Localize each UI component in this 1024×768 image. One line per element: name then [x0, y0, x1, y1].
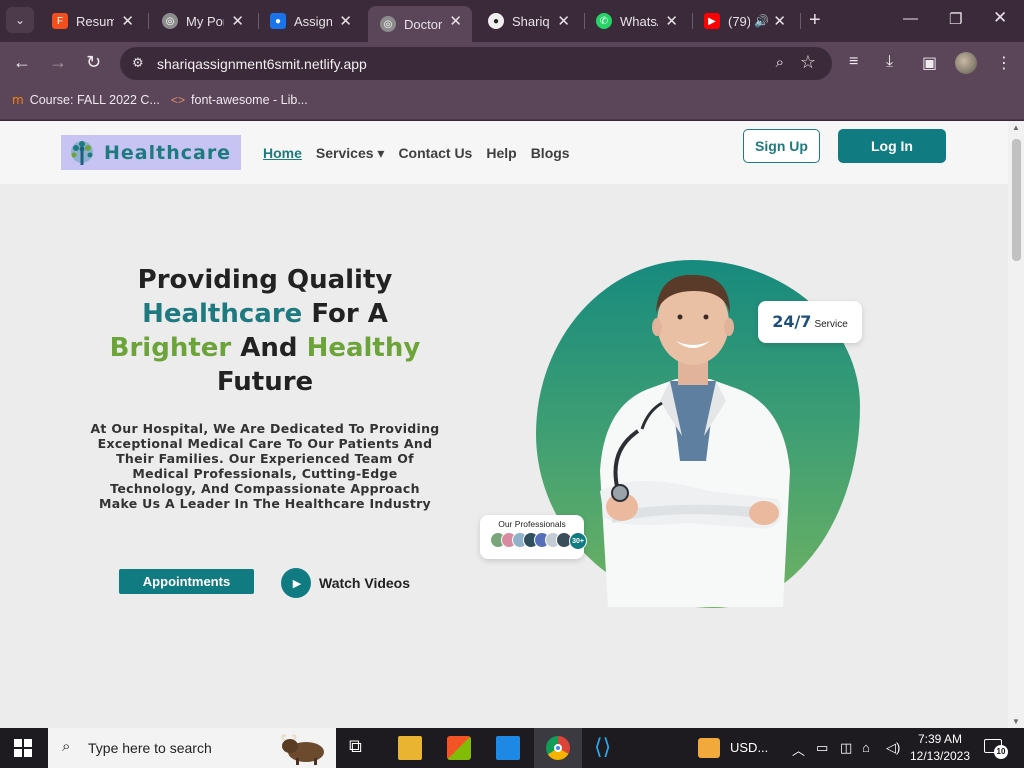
vscode-icon[interactable]: ⟨⟩	[594, 734, 618, 759]
tree-logo-icon	[71, 140, 93, 165]
nav-home[interactable]: Home	[263, 145, 302, 162]
microsoft-store-icon[interactable]	[447, 736, 471, 760]
volume-icon[interactable]: ◁)	[886, 740, 900, 756]
zoom-magnifier-icon[interactable]: ⌕	[776, 54, 784, 71]
page-scrollbar[interactable]: ▲ ▼	[1008, 121, 1024, 728]
close-icon[interactable]: ✕	[557, 12, 570, 30]
tab-assignment[interactable]: ● Assignment ✕	[258, 6, 362, 36]
nav-blogs[interactable]: Blogs	[531, 145, 570, 162]
scroll-down-icon[interactable]: ▼	[1012, 717, 1020, 726]
browser-tab-bar: ⌄ F Resume ✕ ◎ My Portfolio ✕ ● Assignme…	[0, 0, 1024, 42]
minimize-icon[interactable]: —	[903, 10, 918, 27]
media-queue-icon[interactable]: ≡	[849, 53, 858, 71]
chrome-taskbar-button[interactable]	[534, 728, 582, 768]
kebab-menu-icon[interactable]: ⋮	[996, 53, 1012, 73]
currency-widget-icon[interactable]	[698, 738, 720, 758]
professional-avatars: 30+	[490, 532, 587, 550]
figma-icon: F	[52, 13, 68, 29]
github-icon: ●	[488, 13, 504, 29]
battery-icon[interactable]: ▭	[816, 740, 828, 756]
play-icon[interactable]: ▶	[281, 568, 311, 598]
close-icon[interactable]: ✕	[231, 12, 244, 30]
forward-arrow-icon[interactable]: →	[49, 52, 67, 73]
tab-separator	[800, 13, 801, 29]
hero-title-line-4: Future	[216, 367, 314, 397]
nav-services-dropdown[interactable]: Services ▾	[316, 145, 385, 162]
our-professionals-card: Our Professionals 30+	[480, 515, 587, 559]
hero-title-line-2: Healthcare For A	[142, 299, 388, 329]
close-icon[interactable]: ✕	[773, 12, 786, 30]
main-nav: Home Services ▾ Contact Us Help Blogs	[263, 145, 584, 162]
windows-taskbar: ⌕ Type here to search ⧉ ⟨⟩ USD... ︿ ▭ ◫ …	[0, 728, 1024, 768]
hero-description: At Our Hospital, We Are Dedicated To Pro…	[90, 421, 440, 511]
address-bar[interactable]: ⚙ shariqassignment6smit.netlify.app ⌕ ☆	[120, 47, 832, 80]
tab-whatsapp[interactable]: ✆ WhatsApp ✕	[584, 6, 688, 36]
new-tab-plus-icon[interactable]: +	[809, 9, 821, 32]
log-in-button[interactable]: Log In	[838, 129, 946, 163]
globe-icon: ◎	[162, 13, 178, 29]
watch-videos-button[interactable]: ▶ Watch Videos	[281, 568, 410, 598]
service-24-7-badge: 24/7 Service	[758, 301, 862, 343]
whatsapp-icon: ✆	[596, 13, 612, 29]
reload-icon[interactable]: ↻	[86, 52, 101, 73]
meet-now-icon[interactable]: ◫	[840, 740, 852, 756]
network-icon[interactable]: ⌂	[862, 740, 870, 755]
windows-start-icon[interactable]	[14, 739, 32, 757]
tab-github[interactable]: ● ShariqS ✕	[476, 6, 580, 36]
taskbar-search-box[interactable]: ⌕ Type here to search	[48, 728, 336, 768]
bookmarks-bar: ⅿ Course: FALL 2022 C... <> font-awesome…	[0, 84, 1024, 120]
notification-center-icon[interactable]: 10	[984, 739, 1008, 759]
tab-search-chevron-icon[interactable]: ⌄	[6, 7, 34, 33]
hero-title-line-1: Providing Quality	[137, 265, 393, 295]
close-icon[interactable]: ✕	[449, 12, 462, 30]
tab-youtube[interactable]: ▶ (79) 🔊 ✕	[692, 6, 796, 36]
hero-title-line-3: Brighter And Healthy	[109, 333, 421, 363]
download-icon[interactable]: ⤓	[886, 53, 893, 71]
close-icon[interactable]: ✕	[339, 12, 352, 30]
chevron-up-icon[interactable]: ︿	[792, 740, 805, 759]
close-window-icon[interactable]: ✕	[993, 8, 1007, 28]
close-icon[interactable]: ✕	[665, 12, 678, 30]
classroom-icon: ●	[270, 13, 286, 29]
healthcare-logo[interactable]: Healthcare	[61, 135, 241, 170]
url-text[interactable]: shariqassignment6smit.netlify.app	[157, 56, 367, 72]
side-panel-icon[interactable]: ▣	[922, 53, 937, 73]
search-highlight-yak-image	[281, 734, 324, 765]
taskbar-clock[interactable]: 7:39 AM 12/13/2023	[900, 731, 980, 765]
site-header: Healthcare Home Services ▾ Contact Us He…	[0, 121, 1008, 184]
scrollbar-thumb[interactable]	[1012, 139, 1021, 261]
restore-window-icon[interactable]: ❐	[949, 10, 962, 28]
file-explorer-icon[interactable]	[398, 736, 422, 760]
browser-toolbar: ← → ↻ ⚙ shariqassignment6smit.netlify.ap…	[0, 42, 1024, 84]
tab-separator	[148, 13, 149, 29]
search-icon: ⌕	[62, 738, 71, 755]
close-icon[interactable]: ✕	[121, 12, 134, 30]
youtube-icon: ▶	[704, 13, 720, 29]
nav-contact-us[interactable]: Contact Us	[398, 145, 472, 162]
tab-resume[interactable]: F Resume ✕	[40, 6, 144, 36]
moodle-icon: ⅿ	[12, 93, 24, 107]
page-viewport: Healthcare Home Services ▾ Contact Us He…	[0, 121, 1008, 728]
site-settings-icon[interactable]: ⚙	[132, 55, 144, 71]
sign-up-button[interactable]: Sign Up	[743, 129, 820, 163]
scroll-up-icon[interactable]: ▲	[1012, 123, 1020, 132]
mail-icon[interactable]	[496, 736, 520, 760]
bookmark-font-awesome[interactable]: <> font-awesome - Lib...	[171, 93, 308, 107]
nav-help[interactable]: Help	[486, 145, 516, 162]
profile-avatar[interactable]	[955, 52, 977, 74]
appointments-button[interactable]: Appointments	[119, 569, 254, 594]
bookmark-course[interactable]: ⅿ Course: FALL 2022 C...	[12, 93, 160, 107]
tab-portfolio[interactable]: ◎ My Portfolio ✕	[150, 6, 254, 36]
tab-doctor[interactable]: ◎ Doctor ✕	[368, 6, 472, 42]
task-view-icon[interactable]: ⧉	[349, 736, 373, 760]
back-arrow-icon[interactable]: ←	[13, 52, 31, 73]
audio-playing-icon[interactable]: 🔊	[754, 14, 769, 28]
currency-widget-label[interactable]: USD...	[730, 740, 768, 755]
globe-icon: ◎	[380, 16, 396, 32]
bookmark-star-icon[interactable]: ☆	[800, 52, 816, 73]
notification-count-badge: 10	[994, 745, 1008, 759]
professionals-count-badge: 30+	[569, 532, 587, 550]
code-icon: <>	[171, 93, 186, 107]
hero-title: Providing Quality Healthcare For A Brigh…	[90, 263, 440, 399]
